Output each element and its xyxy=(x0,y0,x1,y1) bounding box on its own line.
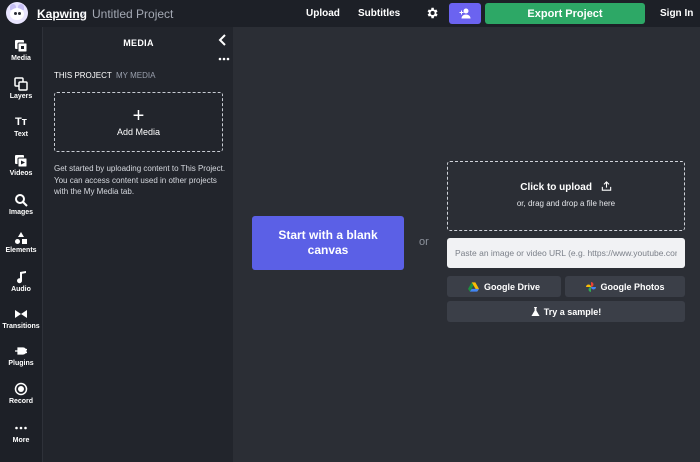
media-panel: MEDIA THIS PROJECT MY MEDIA + Add Media … xyxy=(42,27,233,462)
project-title[interactable]: Untitled Project xyxy=(92,7,173,21)
breadcrumb-separator: › xyxy=(81,6,85,20)
rail-item-more[interactable]: More xyxy=(0,421,42,457)
search-icon xyxy=(15,194,28,207)
rail-item-media[interactable]: Media xyxy=(0,39,42,75)
try-sample-label: Try a sample! xyxy=(543,306,602,317)
rail-item-record[interactable]: Record xyxy=(0,382,42,418)
rail-label: More xyxy=(12,437,30,444)
layers-icon xyxy=(14,77,28,91)
rail-label: Plugins xyxy=(8,360,34,367)
music-note-icon xyxy=(17,271,26,284)
tab-this-project[interactable]: THIS PROJECT xyxy=(54,71,112,80)
upload-link[interactable]: Upload xyxy=(306,8,340,19)
panel-title: MEDIA xyxy=(123,38,154,48)
videos-icon xyxy=(15,155,28,168)
invite-collaborator-button[interactable] xyxy=(449,3,481,24)
export-project-button[interactable]: Export Project xyxy=(485,3,645,24)
google-photos-button[interactable]: Google Photos xyxy=(565,276,685,297)
chevron-left-icon[interactable] xyxy=(218,34,228,46)
plug-icon xyxy=(15,347,27,355)
add-media-button[interactable]: + Add Media xyxy=(54,92,223,152)
rail-item-videos[interactable]: Videos xyxy=(0,154,42,190)
google-drive-button[interactable]: Google Drive xyxy=(447,276,561,297)
rail-label: Elements xyxy=(5,247,37,254)
transitions-icon xyxy=(15,310,27,318)
rail-label: Media xyxy=(11,55,31,62)
rail-item-text[interactable]: Tт Text xyxy=(0,115,42,151)
flask-icon xyxy=(531,306,540,316)
more-options-icon[interactable] xyxy=(218,57,230,61)
kapwing-logo-icon[interactable] xyxy=(6,2,28,24)
rail-label: Images xyxy=(8,209,34,216)
google-drive-label: Google Drive xyxy=(483,281,540,292)
upload-drop-zone[interactable]: Click to upload or, drag and drop a file… xyxy=(447,161,685,231)
rail-item-plugins[interactable]: Plugins xyxy=(0,344,42,380)
google-photos-icon xyxy=(585,281,596,292)
panel-description: Get started by uploading content to This… xyxy=(54,164,226,196)
top-bar: Kapwing › Untitled Project Upload Subtit… xyxy=(0,0,700,27)
drop-title-text: Click to upload xyxy=(520,182,592,193)
brand-link[interactable]: Kapwing xyxy=(37,7,87,21)
rail-label: Videos xyxy=(9,170,33,177)
blank-canvas-button[interactable]: Start with a blank canvas xyxy=(252,216,404,270)
rail-label: Text xyxy=(14,131,28,138)
rail-label: Record xyxy=(8,398,34,405)
add-media-label: Add Media xyxy=(116,127,161,137)
plus-icon: + xyxy=(132,105,145,127)
drop-subtitle: or, drag and drop a file here xyxy=(516,199,616,208)
rail-item-audio[interactable]: Audio xyxy=(0,270,42,306)
rail-label: Transitions xyxy=(2,323,40,330)
media-url-input[interactable] xyxy=(447,238,685,268)
elements-icon xyxy=(15,232,27,244)
rail-item-elements[interactable]: Elements xyxy=(0,231,42,267)
google-drive-icon xyxy=(467,281,479,292)
upload-icon xyxy=(601,181,611,191)
rail-item-transitions[interactable]: Transitions xyxy=(0,307,42,343)
rail-label: Layers xyxy=(9,93,33,100)
rail-item-layers[interactable]: Layers xyxy=(0,77,42,113)
sign-in-link[interactable]: Sign In xyxy=(660,8,693,19)
tool-rail: Media Layers Tт Text Videos Images Eleme… xyxy=(0,27,42,462)
or-divider: or xyxy=(419,236,429,248)
media-icon xyxy=(15,40,28,53)
rail-label: Audio xyxy=(11,286,31,293)
gear-icon[interactable] xyxy=(425,6,439,20)
add-user-icon xyxy=(459,8,470,19)
text-icon: Tт xyxy=(14,116,28,128)
tab-my-media[interactable]: MY MEDIA xyxy=(116,71,155,80)
try-sample-button[interactable]: Try a sample! xyxy=(447,301,685,322)
record-icon xyxy=(14,382,28,396)
ellipsis-icon xyxy=(15,426,27,430)
rail-item-images[interactable]: Images xyxy=(0,193,42,229)
subtitles-link[interactable]: Subtitles xyxy=(358,8,400,19)
google-photos-label: Google Photos xyxy=(600,281,665,292)
drop-title: Click to upload xyxy=(448,181,684,193)
